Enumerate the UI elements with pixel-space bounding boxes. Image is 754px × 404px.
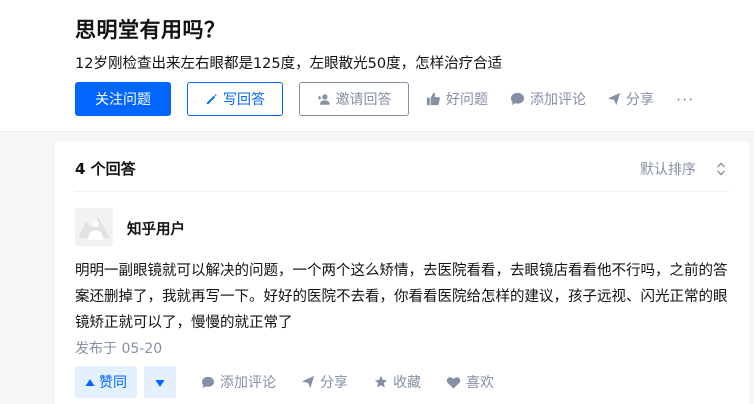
- good-question-button[interactable]: 好问题: [426, 82, 488, 116]
- star-icon: [374, 375, 388, 389]
- question-detail: 12岁刚检查出来左右眼都是125度，左眼散光50度，怎样治疗合适: [75, 56, 503, 72]
- answer-share-label: 分享: [320, 375, 348, 391]
- invite-answer-button[interactable]: 邀请回答: [299, 82, 409, 116]
- sort-icon: [716, 162, 726, 176]
- sort-dropdown[interactable]: 默认排序: [640, 159, 726, 179]
- answer-comment-label: 添加评论: [220, 375, 276, 391]
- heart-icon: [446, 376, 461, 389]
- more-button[interactable]: ···: [676, 82, 694, 116]
- vote-up-label: 赞同: [99, 375, 127, 391]
- share-icon: [301, 375, 315, 389]
- share-icon: [607, 92, 621, 106]
- thumb-up-icon: [426, 92, 441, 106]
- answer-content: 明明一副眼镜就可以解决的问题，一个两个这么矫情，去医院看看，去眼镜店看看他不行吗…: [75, 263, 728, 331]
- follow-question-button[interactable]: 关注问题: [75, 82, 171, 116]
- write-answer-button[interactable]: 写回答: [187, 82, 283, 116]
- triangle-down-icon: [155, 373, 165, 392]
- invite-answer-label: 邀请回答: [335, 92, 392, 108]
- pen-icon: [205, 93, 218, 106]
- like-button[interactable]: 喜欢: [446, 366, 494, 398]
- write-answer-label: 写回答: [223, 92, 265, 108]
- answer-comment-button[interactable]: 添加评论: [201, 366, 276, 398]
- author-name[interactable]: 知乎用户: [127, 218, 185, 239]
- vote-up-button[interactable]: 赞同: [75, 366, 137, 398]
- share-label: 分享: [626, 92, 654, 108]
- question-title: 思明堂有用吗？: [75, 18, 226, 42]
- avatar[interactable]: [75, 208, 113, 246]
- comment-icon: [201, 376, 215, 389]
- add-comment-button[interactable]: 添加评论: [510, 82, 586, 116]
- answers-section: 4 个回答 默认排序 知乎用户 明明一副眼镜就可以解决的问题，一个两个这么矫情，…: [55, 142, 749, 404]
- sort-label: 默认排序: [640, 162, 696, 178]
- share-button[interactable]: 分享: [607, 82, 654, 116]
- follow-question-label: 关注问题: [95, 92, 151, 108]
- triangle-up-icon: [85, 378, 95, 387]
- good-question-label: 好问题: [446, 92, 488, 108]
- publish-date[interactable]: 发布于 05-20: [75, 338, 162, 358]
- vote-down-button[interactable]: [144, 366, 176, 398]
- answers-count: 4 个回答: [75, 160, 136, 178]
- question-header: 思明堂有用吗？ 12岁刚检查出来左右眼都是125度，左眼散光50度，怎样治疗合适…: [0, 0, 754, 132]
- divider: [75, 191, 729, 192]
- comment-icon: [510, 92, 525, 106]
- invite-icon: [317, 93, 331, 106]
- add-comment-label: 添加评论: [530, 92, 586, 108]
- like-label: 喜欢: [466, 375, 494, 391]
- collect-button[interactable]: 收藏: [374, 366, 421, 398]
- collect-label: 收藏: [393, 375, 421, 391]
- avatar-icon: [75, 208, 113, 246]
- answer-share-button[interactable]: 分享: [301, 366, 348, 398]
- more-icon: ···: [676, 89, 695, 109]
